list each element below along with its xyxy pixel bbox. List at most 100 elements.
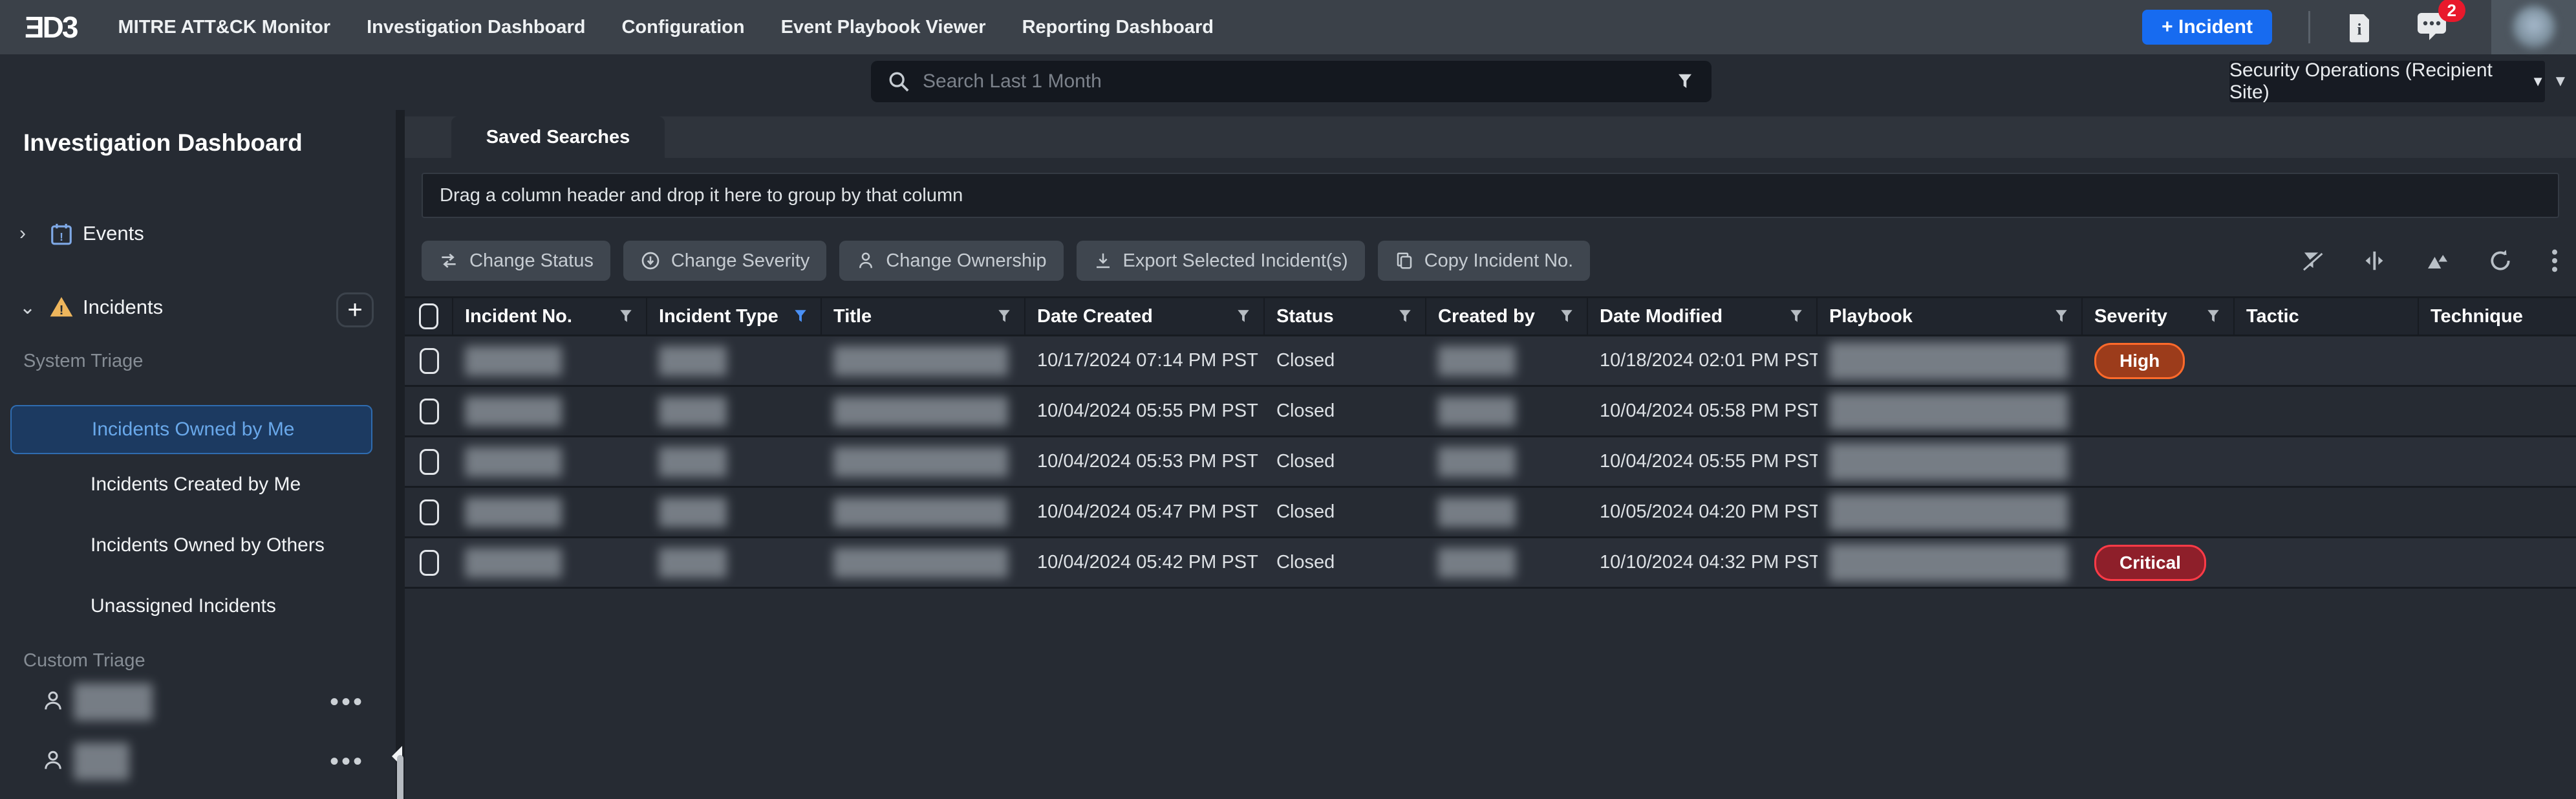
sidebar-item-events[interactable]: › ! Events bbox=[19, 221, 144, 246]
table-row[interactable]: 10/17/2024 07:14 PM PSTClosed 10/18/2024… bbox=[405, 336, 2576, 387]
column-header-playbook[interactable]: Playbook bbox=[1818, 298, 2083, 334]
playbook-cell bbox=[1818, 488, 2083, 536]
chevron-down-icon[interactable]: ⌄ bbox=[19, 296, 49, 319]
column-filter-icon[interactable] bbox=[1397, 307, 1413, 326]
release-notes-icon[interactable]: i bbox=[2346, 12, 2372, 43]
select-all-checkbox-cell bbox=[405, 298, 453, 334]
sidebar-item-incidents-created-by-me[interactable]: Incidents Created by Me bbox=[91, 474, 301, 496]
row-checkbox[interactable] bbox=[420, 499, 439, 525]
nav-item-event-playbook-viewer[interactable]: Event Playbook Viewer bbox=[781, 17, 986, 38]
column-header-status[interactable]: Status bbox=[1265, 298, 1426, 334]
column-filter-icon[interactable] bbox=[2053, 307, 2070, 326]
column-filter-icon[interactable] bbox=[1235, 307, 1252, 326]
change-status-button[interactable]: Change Status bbox=[422, 241, 610, 281]
export-selected-incident-s--button[interactable]: Export Selected Incident(s) bbox=[1077, 241, 1365, 281]
sidebar-item-custom-triage[interactable]: ••• bbox=[41, 739, 378, 784]
column-filter-icon[interactable] bbox=[1558, 307, 1575, 326]
column-filter-icon[interactable] bbox=[617, 307, 634, 326]
copy-incident-no--button[interactable]: Copy Incident No. bbox=[1378, 241, 1591, 281]
column-header-date-modified[interactable]: Date Modified bbox=[1588, 298, 1818, 334]
severity-cell bbox=[2083, 488, 2235, 536]
column-header-created-by[interactable]: Created by bbox=[1426, 298, 1588, 334]
clear-filters-icon[interactable] bbox=[2299, 248, 2324, 273]
sidebar-item-custom-triage[interactable]: ••• bbox=[41, 679, 378, 725]
column-filter-icon-active[interactable] bbox=[792, 307, 809, 326]
column-header-technique[interactable]: Technique bbox=[2419, 298, 2559, 334]
more-options-icon[interactable]: ••• bbox=[330, 688, 365, 717]
incident_type-cell bbox=[647, 488, 822, 536]
change-ownership-button[interactable]: Change Ownership bbox=[839, 241, 1063, 281]
nav-item-reporting-dashboard[interactable]: Reporting Dashboard bbox=[1022, 17, 1214, 38]
tab-saved-searches[interactable]: Saved Searches bbox=[451, 116, 665, 158]
column-header-date-created[interactable]: Date Created bbox=[1025, 298, 1265, 334]
redacted-text bbox=[1829, 342, 2068, 380]
chat-notifications-icon[interactable]: 2 bbox=[2415, 13, 2449, 41]
column-filter-icon[interactable] bbox=[1788, 307, 1805, 326]
user-avatar[interactable] bbox=[2491, 0, 2576, 54]
more-options-icon[interactable] bbox=[2550, 248, 2559, 274]
group-by-dropzone[interactable]: Drag a column header and drop it here to… bbox=[422, 173, 2559, 218]
sidebar-item-incidents-owned-by-me[interactable]: Incidents Owned by Me bbox=[10, 405, 372, 454]
date_created-cell: 10/04/2024 05:42 PM PST bbox=[1025, 538, 1265, 587]
table-row[interactable]: 10/04/2024 05:47 PM PSTClosed 10/05/2024… bbox=[405, 488, 2576, 538]
incident_no-cell bbox=[453, 538, 647, 587]
nav-item-configuration[interactable]: Configuration bbox=[621, 17, 744, 38]
redacted-text bbox=[465, 548, 562, 578]
custom-triage-label: Custom Triage bbox=[23, 650, 145, 672]
site-selector[interactable]: Security Operations (Recipient Site) ▼ bbox=[2229, 61, 2545, 102]
redacted-text bbox=[833, 548, 1008, 578]
clear-sort-icon[interactable] bbox=[2425, 249, 2451, 272]
column-header-tactic[interactable]: Tactic bbox=[2235, 298, 2419, 334]
row-checkbox[interactable] bbox=[420, 399, 439, 424]
column-header-severity[interactable]: Severity bbox=[2083, 298, 2235, 334]
new-incident-button[interactable]: + Incident bbox=[2142, 10, 2272, 45]
date_modified-cell: 10/04/2024 05:55 PM PST bbox=[1588, 437, 1818, 486]
date_created-cell: 10/17/2024 07:14 PM PST bbox=[1025, 336, 1265, 385]
tactic-cell bbox=[2235, 488, 2419, 536]
sidebar-scrollbar[interactable] bbox=[397, 755, 403, 799]
avatar-image bbox=[2513, 6, 2555, 49]
nav-item-investigation-dashboard[interactable]: Investigation Dashboard bbox=[367, 17, 585, 38]
refresh-icon[interactable] bbox=[2488, 248, 2513, 273]
status-cell: Closed bbox=[1265, 336, 1426, 385]
svg-text:!: ! bbox=[59, 303, 64, 318]
redacted-text bbox=[659, 447, 727, 477]
redacted-text bbox=[74, 743, 129, 780]
redacted-text bbox=[465, 397, 562, 426]
nav-item-mitre-att-ck-monitor[interactable]: MITRE ATT&CK Monitor bbox=[118, 17, 330, 38]
sidebar-item-incidents[interactable]: ⌄ ! Incidents bbox=[19, 295, 163, 320]
table-row[interactable]: 10/04/2024 05:42 PM PSTClosed 10/10/2024… bbox=[405, 538, 2576, 589]
title-cell bbox=[822, 387, 1025, 435]
chevron-right-icon[interactable]: › bbox=[19, 223, 49, 245]
incident_no-cell bbox=[453, 488, 647, 536]
column-header-title[interactable]: Title bbox=[822, 298, 1025, 334]
redacted-text bbox=[74, 683, 153, 721]
row-checkbox[interactable] bbox=[420, 348, 439, 374]
select-all-checkbox[interactable] bbox=[419, 303, 438, 329]
sidebar-item-unassigned-incidents[interactable]: Unassigned Incidents bbox=[91, 595, 276, 617]
incident_no-cell bbox=[453, 336, 647, 385]
table-row[interactable]: 10/04/2024 05:55 PM PSTClosed 10/04/2024… bbox=[405, 387, 2576, 437]
column-header-incident-type[interactable]: Incident Type bbox=[647, 298, 822, 334]
global-search-input[interactable]: Search Last 1 Month bbox=[871, 61, 1712, 102]
search-filter-icon[interactable] bbox=[1675, 71, 1695, 92]
column-header-incident-no-[interactable]: Incident No. bbox=[453, 298, 647, 334]
caret-down-icon[interactable]: ▼ bbox=[2553, 72, 2568, 91]
resize-columns-icon[interactable] bbox=[2361, 248, 2387, 273]
column-filter-icon[interactable] bbox=[2205, 307, 2222, 326]
redacted-text bbox=[1829, 544, 2068, 582]
table-row[interactable]: 10/04/2024 05:53 PM PSTClosed 10/04/2024… bbox=[405, 437, 2576, 488]
column-filter-icon[interactable] bbox=[996, 307, 1013, 326]
severity-cell bbox=[2083, 437, 2235, 486]
copy-icon bbox=[1395, 250, 1424, 271]
change-severity-button[interactable]: Change Severity bbox=[623, 241, 826, 281]
sidebar-item-incidents-owned-by-others[interactable]: Incidents Owned by Others bbox=[91, 534, 325, 556]
redacted-text bbox=[1438, 447, 1516, 477]
date_created-cell: 10/04/2024 05:47 PM PST bbox=[1025, 488, 1265, 536]
more-options-icon[interactable]: ••• bbox=[330, 747, 365, 776]
add-triage-button[interactable]: + bbox=[336, 292, 374, 327]
row-checkbox[interactable] bbox=[420, 449, 439, 475]
nav-divider bbox=[2308, 11, 2310, 43]
redacted-text bbox=[659, 397, 727, 426]
row-checkbox[interactable] bbox=[420, 550, 439, 576]
